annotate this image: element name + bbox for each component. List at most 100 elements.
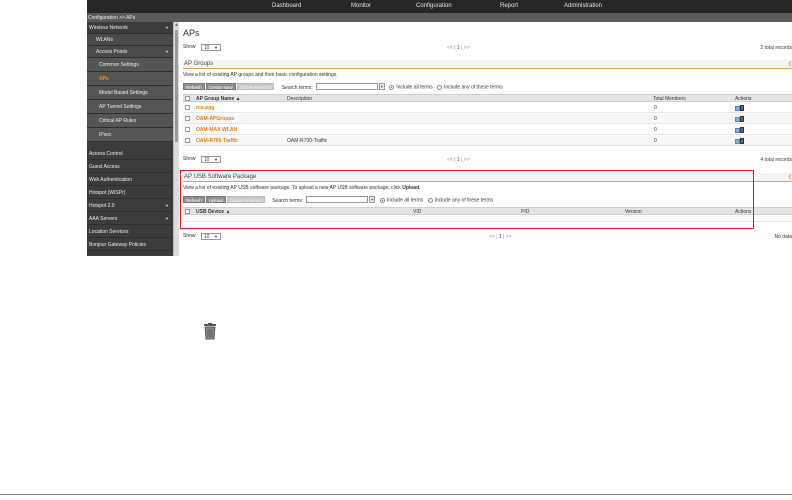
- row-checkbox[interactable]: [185, 138, 190, 143]
- page-size-select[interactable]: 10 ▼: [200, 156, 221, 163]
- delete-icon[interactable]: [740, 138, 744, 144]
- sidebar-item-access-points[interactable]: Access Points ▼: [87, 46, 173, 58]
- nav-dashboard[interactable]: Dashboard: [272, 3, 301, 9]
- search-label: Search terms:: [281, 85, 313, 91]
- delete-icon[interactable]: [740, 105, 744, 111]
- row-actions: [735, 127, 747, 134]
- scroll-up-icon[interactable]: ▲: [174, 22, 179, 28]
- sidebar-item-aaa-servers[interactable]: AAA Servers ▼: [87, 213, 173, 225]
- ap-group-name[interactable]: OAM-MAX-WLAN: [196, 127, 237, 133]
- page-pager: << | 1 | >>: [447, 45, 470, 51]
- delete-selected-button[interactable]: Delete Selected: [236, 83, 275, 90]
- table-row: OAM-R700-Traffic OAM-R700-Traffic 0: [183, 136, 792, 146]
- sidebar-item-label: Common Settings: [99, 62, 139, 68]
- collapse-icon[interactable]: ❮: [788, 174, 792, 180]
- sidebar-item-label: Location Services: [89, 229, 129, 235]
- include-any-radio[interactable]: [437, 85, 443, 91]
- sidebar-item-label: Guest Access: [89, 164, 120, 170]
- ap-group-name[interactable]: OAM-R700-Traffic: [196, 138, 238, 144]
- ap-group-name[interactable]: OAM-APGroups: [196, 116, 234, 122]
- chevron-down-icon: ▼: [213, 234, 218, 239]
- sidebar-item-label: Model Based Settings: [99, 90, 148, 96]
- sidebar-item-wlans[interactable]: WLANs: [87, 34, 173, 46]
- row-checkbox[interactable]: [185, 105, 190, 110]
- delete-icon[interactable]: [740, 116, 744, 122]
- pager-current: 1: [456, 157, 460, 163]
- pager-prev[interactable]: << |: [447, 45, 456, 51]
- sidebar-item-location-services[interactable]: Location Services: [87, 226, 173, 238]
- nav-administration[interactable]: Administration: [564, 3, 602, 9]
- pager-prev[interactable]: << |: [489, 234, 498, 240]
- search-go-icon[interactable]: ▼: [378, 83, 385, 90]
- sidebar-item-critical-ap-rules[interactable]: Critical AP Rules: [87, 114, 173, 128]
- ap-groups-pager: << | 1 | >>: [447, 157, 470, 163]
- ap-groups-total: 4 total records: [760, 157, 792, 163]
- create-new-button[interactable]: Create New: [205, 83, 236, 90]
- include-any-label: Include any of these terms: [444, 84, 503, 91]
- sidebar-item-guest-access[interactable]: Guest Access: [87, 161, 173, 173]
- table-row: rca-ppg 0: [183, 103, 792, 113]
- column-ap-group-name[interactable]: AP Group Name ▲: [196, 96, 241, 102]
- page-size-select[interactable]: 10 ▼: [200, 233, 221, 240]
- pager-next[interactable]: | >>: [461, 157, 470, 163]
- sidebar-item-label: APs: [99, 76, 109, 82]
- table-row: OAM-APGroups 0: [183, 114, 792, 124]
- sidebar-item-ipsec[interactable]: IPsec: [87, 128, 173, 142]
- sidebar-item-label: Bonjour Gateway Policies: [89, 242, 146, 248]
- sidebar-item-aps[interactable]: APs: [87, 72, 173, 86]
- sidebar-item-label: Hotspot 2.0: [89, 203, 115, 209]
- select-all-checkbox[interactable]: [185, 96, 190, 101]
- page-size-select[interactable]: 10 ▼: [200, 44, 221, 51]
- usb-pager: << | 1 | >>: [489, 234, 512, 240]
- column-total-members: Total Members: [653, 96, 686, 102]
- pager-next[interactable]: | >>: [503, 234, 512, 240]
- nav-report[interactable]: Report: [500, 3, 518, 9]
- sidebar-item-web-authentication[interactable]: Web Authentication: [87, 174, 173, 186]
- sidebar-item-bonjour-gateway-policies[interactable]: Bonjour Gateway Policies: [87, 239, 173, 251]
- sidebar-item-label: Critical AP Rules: [99, 118, 137, 124]
- ap-group-members: 0: [654, 127, 657, 133]
- trash-icon: [204, 323, 216, 340]
- sidebar-item-hotspot-2[interactable]: Hotspot 2.0 ▼: [87, 200, 173, 212]
- chevron-down-icon: ▼: [165, 25, 169, 30]
- sidebar-scrollbar[interactable]: ▲: [173, 22, 179, 256]
- ap-group-members: 0: [654, 138, 657, 144]
- sidebar-item-wireless-network[interactable]: Wireless Network ▼: [87, 22, 173, 34]
- include-all-radio[interactable]: [389, 85, 395, 91]
- usb-show: Show 10 ▼: [183, 232, 221, 240]
- nav-monitor[interactable]: Monitor: [351, 3, 371, 9]
- sidebar-item-hotspot-wispr[interactable]: Hotspot (WISPr): [87, 187, 173, 199]
- pager-next[interactable]: | >>: [461, 45, 470, 51]
- ap-groups-toolbar: Refresh Create New Delete Selected Search …: [183, 83, 503, 92]
- sidebar-item-ap-tunnel-settings[interactable]: AP Tunnel Settings: [87, 100, 173, 114]
- nav-configuration[interactable]: Configuration: [416, 3, 452, 9]
- pager-prev[interactable]: << |: [447, 157, 456, 163]
- page-divider: [0, 494, 792, 495]
- sidebar-item-label: Hotspot (WISPr): [89, 190, 126, 196]
- ap-groups-header[interactable]: AP Groups ❮: [183, 60, 792, 69]
- show-label: Show: [183, 44, 196, 50]
- ap-group-name[interactable]: rca-ppg: [196, 105, 214, 111]
- search-input[interactable]: [315, 83, 378, 90]
- chevron-down-icon: ▼: [165, 203, 169, 208]
- scrollbar-thumb[interactable]: [175, 30, 178, 142]
- pager-current: 1: [498, 234, 502, 240]
- include-all-label: Include all terms: [396, 84, 433, 91]
- usb-total: No data: [774, 234, 792, 240]
- delete-icon[interactable]: [740, 127, 744, 133]
- collapse-icon[interactable]: ❮: [788, 61, 792, 67]
- sidebar-item-label: IPsec: [99, 132, 112, 138]
- refresh-button[interactable]: Refresh: [183, 83, 205, 90]
- screenshot-region: Dashboard Monitor Configuration Report A…: [87, 0, 792, 256]
- sidebar-item-common-settings[interactable]: Common Settings: [87, 58, 173, 72]
- sidebar-item-access-control[interactable]: Access Control: [87, 148, 173, 160]
- row-checkbox[interactable]: [185, 127, 190, 132]
- chevron-down-icon: ▼: [165, 49, 169, 54]
- highlight-box: [180, 170, 754, 229]
- show-label: Show: [183, 233, 196, 239]
- sidebar-item-model-based-settings[interactable]: Model Based Settings: [87, 86, 173, 100]
- page-size-value: 10: [203, 45, 210, 51]
- sidebar-item-label: Wireless Network: [89, 25, 128, 31]
- page-size-value: 10: [203, 234, 210, 240]
- row-checkbox[interactable]: [185, 116, 190, 121]
